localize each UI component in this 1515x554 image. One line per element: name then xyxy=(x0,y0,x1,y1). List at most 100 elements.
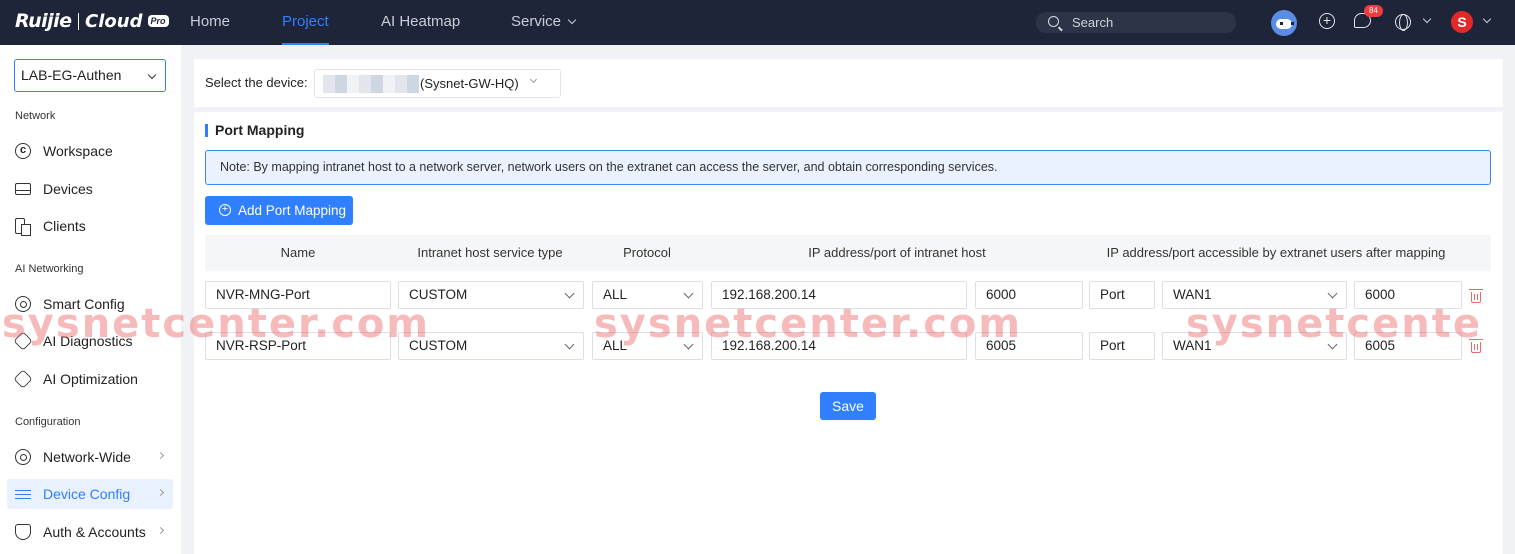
logo-pro-tag: Pro xyxy=(147,15,169,27)
section-network: Network xyxy=(15,110,56,122)
ext-interface-select[interactable]: WAN1 xyxy=(1162,332,1347,360)
devices-icon xyxy=(15,183,31,195)
add-port-mapping-label: Add Port Mapping xyxy=(238,203,347,218)
sidebar-item-ai-optimization[interactable]: AI Optimization xyxy=(7,364,173,394)
page-title: Port Mapping xyxy=(205,122,304,138)
sidebar-item-label: Clients xyxy=(43,218,86,234)
search-input[interactable] xyxy=(1072,13,1232,32)
chevron-down-icon xyxy=(683,339,694,350)
port-mapping-panel: Port Mapping Note: By mapping intranet h… xyxy=(194,112,1503,554)
ruijie-cloud-logo[interactable]: Ruijie Cloud Pro xyxy=(15,10,169,32)
protocol-select[interactable]: ALL xyxy=(592,281,703,309)
sidebar-item-ai-diagnostics[interactable]: AI Diagnostics xyxy=(7,326,173,356)
site-selector[interactable]: LAB-EG-Authen xyxy=(14,59,166,92)
gear-icon xyxy=(15,449,31,465)
add-port-mapping-button[interactable]: + Add Port Mapping xyxy=(205,196,353,225)
service-type-select[interactable]: CUSTOM xyxy=(398,332,584,360)
sidebar-item-label: Smart Config xyxy=(43,296,125,312)
chevron-down-icon xyxy=(567,15,577,25)
ai-optimization-icon xyxy=(13,369,33,389)
intranet-port-input[interactable]: 6000 xyxy=(975,281,1083,309)
nav-ai-heatmap[interactable]: AI Heatmap xyxy=(381,0,460,45)
chevron-right-icon xyxy=(156,451,165,460)
search-icon xyxy=(1048,16,1059,27)
ext-port-input[interactable]: 6000 xyxy=(1354,281,1462,309)
section-ai-networking: AI Networking xyxy=(15,263,84,275)
column-extranet-mapping: IP address/port accessible by extranet u… xyxy=(1106,245,1446,260)
sidebar-item-smart-config[interactable]: Smart Config xyxy=(7,289,173,319)
chevron-right-icon xyxy=(156,488,165,497)
nav-service[interactable]: Service xyxy=(511,0,577,45)
sidebar-item-devices[interactable]: Devices xyxy=(7,174,173,204)
sidebar-item-device-config[interactable]: Device Config xyxy=(7,479,173,509)
sidebar-item-clients[interactable]: Clients xyxy=(7,211,173,241)
chevron-right-icon xyxy=(156,526,165,535)
sidebar-item-label: Auth & Accounts xyxy=(43,524,146,540)
protocol-value: ALL xyxy=(603,338,628,353)
column-service-type: Intranet host service type xyxy=(417,245,563,260)
ext-mode-select[interactable]: Port xyxy=(1089,281,1155,309)
globe-icon[interactable] xyxy=(1395,14,1411,31)
logo-ruijie-text: Ruijie xyxy=(15,10,72,32)
save-button[interactable]: Save xyxy=(820,392,876,420)
chevron-down-icon xyxy=(1327,288,1338,299)
protocol-value: ALL xyxy=(603,287,628,302)
sidebar-item-label: Network-Wide xyxy=(43,449,131,465)
service-type-select[interactable]: CUSTOM xyxy=(398,281,584,309)
section-configuration: Configuration xyxy=(15,416,81,428)
logo-divider xyxy=(77,12,80,30)
name-input[interactable]: NVR-MNG-Port xyxy=(205,281,391,309)
chevron-down-icon xyxy=(147,70,157,80)
device-selector-bar: Select the device: (Sysnet-GW-HQ) xyxy=(194,59,1503,107)
logo-cloud-text: Cloud xyxy=(85,10,143,32)
sidebar: LAB-EG-Authen Network Workspace Devices … xyxy=(0,45,181,554)
site-selector-value: LAB-EG-Authen xyxy=(21,67,122,83)
nav-home[interactable]: Home xyxy=(190,0,230,45)
avatar[interactable]: S xyxy=(1451,11,1473,33)
plus-circle-icon: + xyxy=(219,204,231,216)
sidebar-item-label: Device Config xyxy=(43,486,131,502)
table-header: Name Intranet host service type Protocol… xyxy=(205,235,1491,271)
device-name: (Sysnet-GW-HQ) xyxy=(420,76,519,91)
ext-port-input[interactable]: 6005 xyxy=(1354,332,1462,360)
sliders-icon xyxy=(15,486,31,502)
redacted-device-id xyxy=(323,75,419,93)
device-select[interactable]: (Sysnet-GW-HQ) xyxy=(314,69,561,98)
language-chevron-icon[interactable] xyxy=(1422,14,1432,24)
intranet-ip-input[interactable]: 192.168.200.14 xyxy=(711,281,967,309)
sidebar-item-network-wide[interactable]: Network-Wide xyxy=(7,442,173,472)
service-type-value: CUSTOM xyxy=(409,287,468,302)
chevron-down-icon xyxy=(1327,339,1338,350)
column-protocol: Protocol xyxy=(623,245,671,260)
sidebar-item-label: AI Optimization xyxy=(43,371,138,387)
account-chevron-icon[interactable] xyxy=(1482,14,1492,24)
column-intranet-host: IP address/port of intranet host xyxy=(808,245,986,260)
name-input[interactable]: NVR-RSP-Port xyxy=(205,332,391,360)
delete-icon[interactable] xyxy=(1469,339,1483,353)
sidebar-item-label: AI Diagnostics xyxy=(43,333,133,349)
ext-interface-value: WAN1 xyxy=(1173,287,1212,302)
delete-icon[interactable] xyxy=(1469,289,1483,303)
protocol-select[interactable]: ALL xyxy=(592,332,703,360)
search-box[interactable] xyxy=(1036,12,1236,33)
ai-assistant-icon[interactable] xyxy=(1271,10,1297,36)
info-note: Note: By mapping intranet host to a netw… xyxy=(205,150,1491,185)
sidebar-item-workspace[interactable]: Workspace xyxy=(7,135,173,166)
intranet-port-input[interactable]: 6005 xyxy=(975,332,1083,360)
top-navigation-bar: Ruijie Cloud Pro Home Project AI Heatmap… xyxy=(0,0,1515,45)
chevron-down-icon xyxy=(564,339,575,350)
ai-diagnostics-icon xyxy=(13,331,33,351)
nav-project[interactable]: Project xyxy=(282,0,329,45)
add-circle-icon[interactable]: + xyxy=(1319,13,1335,29)
intranet-ip-input[interactable]: 192.168.200.14 xyxy=(711,332,967,360)
device-label: Select the device: xyxy=(205,75,308,90)
nav-service-label: Service xyxy=(511,13,562,30)
ext-interface-select[interactable]: WAN1 xyxy=(1162,281,1347,309)
ext-mode-select[interactable]: Port xyxy=(1089,332,1155,360)
shield-icon xyxy=(15,524,31,540)
ext-mode-value: Port xyxy=(1100,287,1125,302)
service-type-value: CUSTOM xyxy=(409,338,468,353)
smart-config-icon xyxy=(15,296,31,312)
column-name: Name xyxy=(280,245,316,260)
sidebar-item-auth-accounts[interactable]: Auth & Accounts xyxy=(7,517,173,547)
